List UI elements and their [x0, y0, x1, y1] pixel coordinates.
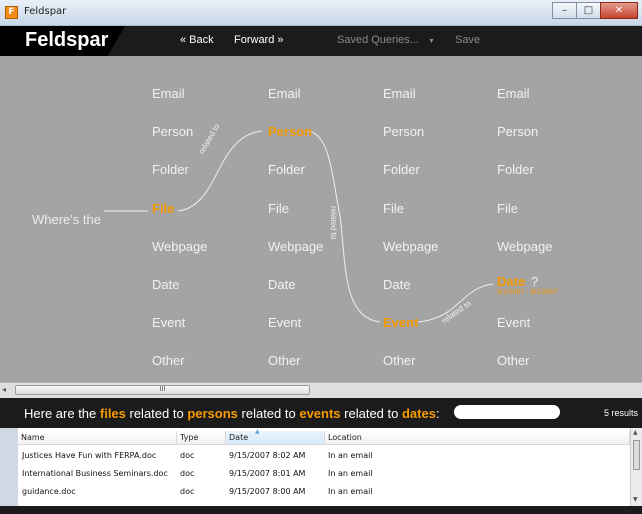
window-controls: – □ ✕ — [552, 2, 638, 20]
col4-email[interactable]: Email — [497, 86, 530, 101]
save-button[interactable]: Save — [455, 34, 480, 46]
col2-event[interactable]: Event — [268, 315, 301, 330]
summary-text-part: related to — [237, 406, 300, 421]
col1-date[interactable]: Date — [152, 277, 179, 292]
results-count: 5 results — [603, 408, 638, 418]
summary-events-highlight: events — [299, 406, 341, 421]
cell-name: Justices Have Fun with FERPA.doc — [22, 451, 157, 460]
col4-webpage[interactable]: Webpage — [497, 239, 552, 254]
close-button[interactable]: ✕ — [600, 2, 638, 19]
back-button[interactable]: « Back — [180, 34, 214, 46]
column-header-date[interactable]: Date — [226, 431, 325, 445]
results-summary-text: Here are the files related to persons re… — [24, 406, 440, 421]
summary-text-part: related to — [125, 406, 188, 421]
col2-other[interactable]: Other — [268, 353, 301, 368]
date-range-text: 5/1/2007 - 6/1/2007 — [497, 289, 558, 296]
col3-person[interactable]: Person — [383, 124, 424, 139]
scroll-down-arrow-icon[interactable]: ▼ — [633, 496, 638, 503]
summary-filter-input[interactable] — [454, 405, 560, 419]
col3-file[interactable]: File — [383, 201, 404, 216]
cell-date: 9/15/2007 8:02 AM — [229, 451, 306, 460]
col3-webpage[interactable]: Webpage — [383, 239, 438, 254]
summary-dates-highlight: dates — [401, 406, 436, 421]
col3-event-selected[interactable]: Event — [383, 315, 418, 330]
col1-folder[interactable]: Folder — [152, 162, 189, 177]
col2-person-selected[interactable]: Person — [268, 124, 312, 139]
toolbar: Feldspar « Back Forward » Saved Queries.… — [0, 26, 642, 56]
col2-file[interactable]: File — [268, 201, 289, 216]
brand-name: Feldspar — [25, 29, 109, 51]
scroll-thumb[interactable]: III — [15, 385, 310, 395]
cell-date: 9/15/2007 8:01 AM — [229, 469, 306, 478]
minimize-button[interactable]: – — [552, 2, 577, 19]
cell-location: In an email — [328, 469, 373, 478]
summary-persons-highlight: persons — [187, 406, 238, 421]
cell-type: doc — [180, 451, 195, 460]
col3-date[interactable]: Date — [383, 277, 410, 292]
sort-indicator-icon: ▲ — [255, 428, 260, 435]
cell-date: 9/15/2007 8:00 AM — [229, 487, 306, 496]
results-table: Name Type Date Location Justices Have Fu… — [18, 428, 630, 506]
horizontal-scrollbar[interactable]: ◂ III — [0, 382, 642, 398]
cell-name: International Business Seminars.doc — [22, 469, 168, 478]
col3-email[interactable]: Email — [383, 86, 416, 101]
summary-text-part: : — [435, 406, 440, 421]
summary-text-part: related to — [340, 406, 402, 421]
date-question-mark[interactable]: ? — [531, 274, 538, 289]
forward-button[interactable]: Forward » — [234, 34, 284, 46]
cell-type: doc — [180, 487, 195, 496]
cell-location: In an email — [328, 487, 373, 496]
col2-date[interactable]: Date — [268, 277, 295, 292]
col2-webpage[interactable]: Webpage — [268, 239, 323, 254]
col1-person[interactable]: Person — [152, 124, 193, 139]
col1-other[interactable]: Other — [152, 353, 185, 368]
vertical-scrollbar[interactable]: ▲ ▼ — [630, 428, 642, 506]
cell-location: In an email — [328, 451, 373, 460]
chevron-down-icon: ▼ — [428, 38, 435, 45]
column-header-location[interactable]: Location — [325, 431, 630, 445]
col1-email[interactable]: Email — [152, 86, 185, 101]
file-person-connector-line — [177, 130, 263, 212]
person-event-connector-line — [307, 130, 381, 323]
relation-label-2: related to — [329, 206, 338, 240]
window-titlebar: F Feldspar – □ ✕ — [0, 0, 642, 26]
window-bottom-edge — [0, 506, 642, 514]
col4-person[interactable]: Person — [497, 124, 538, 139]
col3-folder[interactable]: Folder — [383, 162, 420, 177]
saved-queries-label: Saved Queries... — [337, 34, 419, 46]
col4-date-selected[interactable]: Date — [497, 274, 525, 289]
summary-files-highlight: files — [99, 406, 126, 421]
col1-webpage[interactable]: Webpage — [152, 239, 207, 254]
query-canvas: Where's the Email Person Folder File Web… — [0, 56, 642, 382]
col1-event[interactable]: Event — [152, 315, 185, 330]
cell-type: doc — [180, 469, 195, 478]
col2-email[interactable]: Email — [268, 86, 301, 101]
scroll-up-arrow-icon[interactable]: ▲ — [633, 429, 638, 436]
app-icon: F — [5, 6, 18, 19]
col2-folder[interactable]: Folder — [268, 162, 305, 177]
column-header-name[interactable]: Name — [18, 431, 177, 445]
window-title: Feldspar — [24, 6, 67, 17]
col4-event[interactable]: Event — [497, 315, 530, 330]
summary-text-part: Here are the — [24, 406, 100, 421]
col4-file[interactable]: File — [497, 201, 518, 216]
maximize-button[interactable]: □ — [576, 2, 601, 19]
col1-file-selected[interactable]: File — [152, 201, 174, 216]
cell-name: guidance.doc — [22, 487, 76, 496]
scroll-left-arrow-icon[interactable]: ◂ — [2, 385, 12, 395]
col3-other[interactable]: Other — [383, 353, 416, 368]
col4-other[interactable]: Other — [497, 353, 530, 368]
vertical-scroll-thumb[interactable] — [633, 440, 640, 470]
query-lead-text: Where's the — [32, 212, 101, 227]
saved-queries-menu[interactable]: Saved Queries... ▼ — [337, 34, 435, 46]
col4-folder[interactable]: Folder — [497, 162, 534, 177]
results-summary-bar: Here are the files related to persons re… — [0, 398, 642, 428]
brand-logo: Feldspar — [0, 26, 125, 56]
column-header-type[interactable]: Type — [177, 431, 226, 445]
